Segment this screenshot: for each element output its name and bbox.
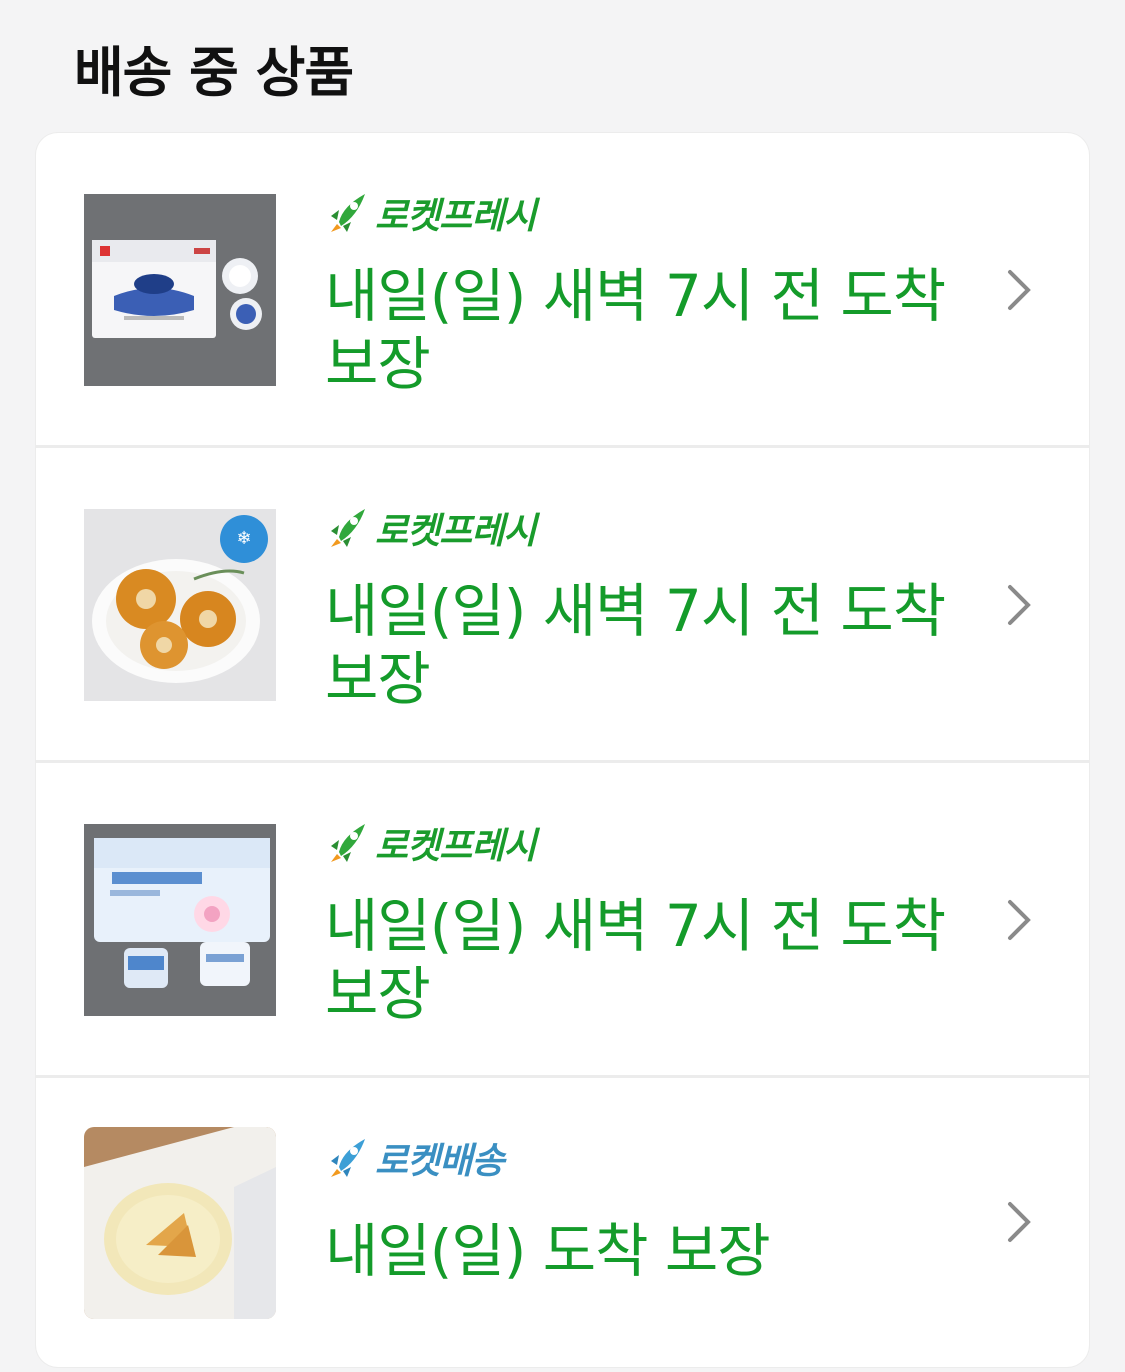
rocket-delivery-badge: 로켓배송 (323, 1133, 504, 1183)
svg-text:❄: ❄ (236, 528, 251, 549)
list-item[interactable]: ❄ 로켓프레시 내일(일) 새벽 7시 전 도착 보장 (36, 448, 1089, 763)
chevron-right-icon[interactable] (1002, 1200, 1036, 1244)
delivery-badge-label: 로켓프레시 (375, 196, 537, 237)
page-title: 배송 중 상품 (74, 41, 354, 104)
list-item[interactable]: 로켓배송 내일(일) 도착 보장 (36, 1078, 1089, 1367)
chevron-right-icon[interactable] (1002, 583, 1036, 627)
delivery-badge-label: 로켓프레시 (375, 511, 537, 552)
shipping-items-card: 로켓프레시 내일(일) 새벽 7시 전 도착 보장 ❄ 로켓프레시 내일(일) … (36, 133, 1089, 1367)
delivery-eta: 내일(일) 새벽 7시 전 도착 보장 (325, 892, 946, 1028)
product-thumbnail[interactable] (84, 824, 276, 1016)
product-thumbnail[interactable] (84, 194, 276, 386)
delivery-eta: 내일(일) 새벽 7시 전 도착 보장 (325, 577, 946, 713)
rocket-icon (331, 1139, 365, 1177)
delivery-badge-label: 로켓프레시 (375, 826, 537, 867)
delivery-eta: 내일(일) 도착 보장 (325, 1217, 771, 1285)
rocket-fresh-badge: 로켓프레시 (323, 818, 537, 868)
rocket-fresh-badge: 로켓프레시 (323, 503, 537, 553)
rocket-fresh-badge: 로켓프레시 (323, 188, 537, 238)
chevron-right-icon[interactable] (1002, 268, 1036, 312)
rocket-icon (331, 194, 365, 232)
delivery-badge-label: 로켓배송 (375, 1141, 504, 1182)
rocket-icon (331, 509, 365, 547)
rocket-icon (331, 824, 365, 862)
list-item[interactable]: 로켓프레시 내일(일) 새벽 7시 전 도착 보장 (36, 133, 1089, 448)
product-thumbnail[interactable]: ❄ (84, 509, 276, 701)
chevron-right-icon[interactable] (1002, 898, 1036, 942)
product-thumbnail[interactable] (84, 1127, 276, 1319)
list-item[interactable]: 로켓프레시 내일(일) 새벽 7시 전 도착 보장 (36, 763, 1089, 1078)
delivery-eta: 내일(일) 새벽 7시 전 도착 보장 (325, 262, 946, 398)
